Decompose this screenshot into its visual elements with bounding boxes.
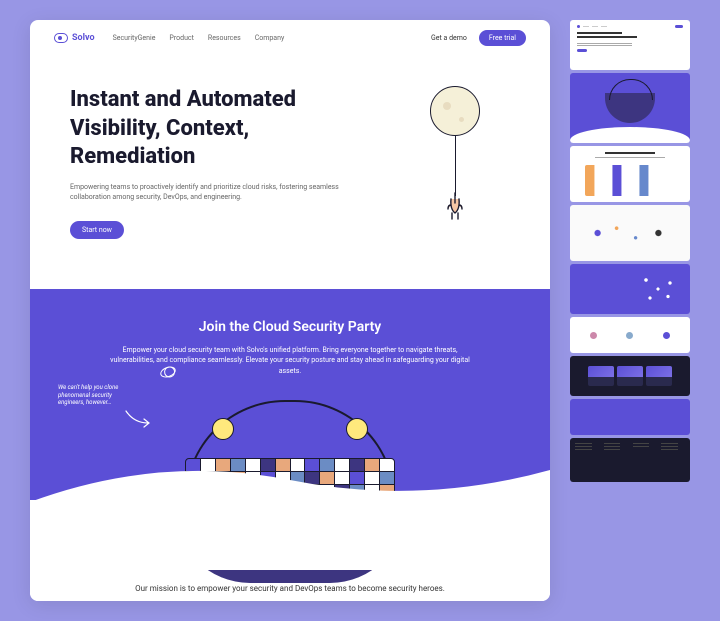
cloud-icon — [54, 33, 68, 43]
preview-footer-col — [661, 443, 685, 477]
preview-heading — [605, 152, 655, 154]
preview-navlink — [601, 26, 607, 27]
free-trial-button[interactable]: Free trial — [479, 30, 526, 46]
top-nav: Solvo SecurityGenie Product Resources Co… — [30, 20, 550, 56]
hand-icon — [442, 191, 468, 221]
avatar-icon — [663, 332, 670, 339]
nav-link-resources[interactable]: Resources — [208, 34, 241, 42]
preview-testimonials — [570, 317, 690, 353]
rope-icon — [455, 136, 456, 196]
main-landing-page: Solvo SecurityGenie Product Resources Co… — [30, 20, 550, 601]
brand-name: Solvo — [72, 33, 95, 43]
preview-analytics — [570, 146, 690, 202]
preview-diagram — [570, 205, 690, 261]
preview-footer-col — [604, 443, 628, 477]
preview-navlink — [583, 26, 589, 27]
party-section: Join the Cloud Security Party Empower yo… — [30, 289, 550, 571]
preview-text — [577, 45, 632, 46]
preview-logo-icon — [577, 25, 580, 28]
avatar-icon — [626, 332, 633, 339]
preview-title — [577, 32, 622, 34]
preview-footer-col — [633, 443, 657, 477]
hero-title-line2: Visibility, Context, Remediation — [70, 115, 350, 172]
preview-cta — [577, 49, 587, 52]
start-now-button[interactable]: Start now — [70, 221, 124, 239]
nav-link-product[interactable]: Product — [169, 34, 193, 42]
full-page-preview — [570, 20, 690, 482]
nav-links: SecurityGenie Product Resources Company — [113, 34, 413, 42]
get-demo-link[interactable]: Get a demo — [431, 34, 467, 42]
moon-icon — [430, 86, 480, 136]
wave-divider — [30, 500, 550, 570]
nav-link-company[interactable]: Company — [255, 34, 285, 42]
preview-button — [675, 25, 683, 28]
preview-network — [570, 264, 690, 314]
preview-ufo-icon — [605, 93, 655, 123]
preview-nav — [577, 25, 683, 28]
preview-navlink — [592, 26, 598, 27]
preview-hero — [570, 20, 690, 70]
preview-cta-section — [570, 399, 690, 435]
preview-text — [577, 43, 632, 44]
hero-title-line1: Instant and Automated — [70, 86, 350, 115]
preview-card — [588, 366, 614, 386]
logo[interactable]: Solvo — [54, 33, 95, 43]
preview-footer-col — [575, 443, 599, 477]
hero-section: Instant and Automated Visibility, Contex… — [30, 56, 550, 289]
hero-title: Instant and Automated Visibility, Contex… — [70, 86, 350, 172]
hero-subtitle: Empowering teams to proactively identify… — [70, 182, 350, 203]
preview-title — [577, 36, 637, 38]
preview-blog — [570, 356, 690, 396]
preview-graph-icon — [585, 165, 675, 196]
nav-right: Get a demo Free trial — [431, 30, 526, 46]
party-title: Join the Cloud Security Party — [60, 319, 520, 335]
nav-link-securitygenie[interactable]: SecurityGenie — [113, 34, 156, 42]
preview-card — [646, 366, 672, 386]
preview-card — [617, 366, 643, 386]
annotation-left: We can't help you clone phenomenal secur… — [58, 384, 138, 407]
preview-text — [595, 157, 665, 158]
preview-party — [570, 73, 690, 143]
hero-illustration — [370, 86, 510, 239]
hero-content: Instant and Automated Visibility, Contex… — [70, 86, 350, 239]
preview-footer — [570, 438, 690, 482]
avatar-icon — [590, 332, 597, 339]
